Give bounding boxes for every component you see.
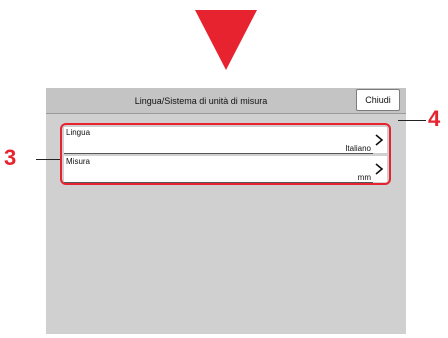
title-bar: Lingua/Sistema di unità di misura Chiudi xyxy=(46,88,406,114)
callout-number-3: 3 xyxy=(4,145,17,170)
row-value: Italiano xyxy=(345,144,371,153)
row-label: Lingua xyxy=(66,128,91,137)
callout-number-4: 4 xyxy=(428,106,441,131)
chevron-right-icon xyxy=(375,134,384,146)
row-label: Misura xyxy=(66,157,91,166)
callout-line-4 xyxy=(398,120,426,121)
row-underline xyxy=(64,153,373,154)
screen-title: Lingua/Sistema di unità di misura xyxy=(134,96,268,106)
row-underline xyxy=(64,182,373,183)
row-value: mm xyxy=(357,173,371,182)
chevron-right-icon xyxy=(375,163,384,175)
language-units-screen: Lingua/Sistema di unità di misura Chiudi… xyxy=(46,88,406,334)
down-arrow-icon xyxy=(195,10,257,70)
callout-line-3 xyxy=(36,159,60,160)
settings-row-measure[interactable]: Misura mm xyxy=(64,156,387,183)
close-button[interactable]: Chiudi xyxy=(356,89,400,111)
settings-row-language[interactable]: Lingua Italiano xyxy=(64,127,387,154)
